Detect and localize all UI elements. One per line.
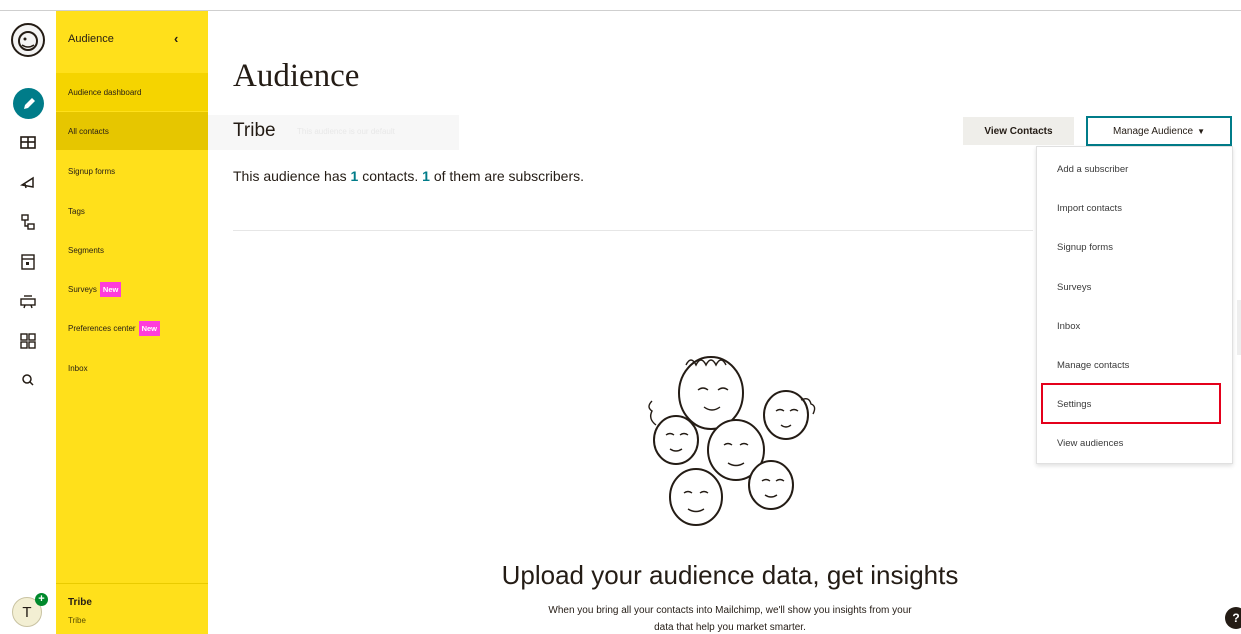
website-icon[interactable]	[18, 252, 38, 272]
help-label: ?	[1232, 611, 1240, 625]
sidebar-item-all-contacts[interactable]: All contacts	[56, 112, 208, 150]
sidebar-item-surveys[interactable]: Surveys New	[56, 270, 208, 308]
audience-sidebar: Audience ‹ Audience dashboard All contac…	[56, 11, 208, 634]
audience-default-note: This audience is our default	[297, 127, 395, 136]
page-title: Audience	[233, 58, 360, 94]
summary-mid: contacts.	[358, 168, 423, 184]
sidebar-item-label: Tags	[68, 206, 85, 216]
search-icon[interactable]	[18, 370, 38, 390]
summary-prefix: This audience has	[233, 168, 351, 184]
sidebar-item-label: Signup forms	[68, 166, 116, 176]
manage-audience-button[interactable]: Manage Audience ▼	[1086, 116, 1232, 146]
sidebar-item-preferences-center[interactable]: Preferences center New	[56, 309, 208, 347]
new-badge: New	[138, 320, 161, 336]
view-contacts-button[interactable]: View Contacts	[963, 117, 1074, 145]
chevron-left-icon[interactable]: ‹	[174, 31, 178, 46]
divider	[233, 230, 1033, 231]
audience-faces-illustration	[648, 356, 816, 526]
side-panel-edge	[1237, 300, 1241, 355]
sidebar-item-label: All contacts	[68, 126, 109, 136]
empty-state-line-1: When you bring all your contacts into Ma…	[548, 605, 912, 616]
content-grid-icon[interactable]	[18, 331, 38, 351]
help-icon[interactable]: ?	[1225, 607, 1241, 629]
menu-item-inbox[interactable]: Inbox	[1037, 306, 1232, 346]
menu-item-signup-forms[interactable]: Signup forms	[1037, 227, 1232, 267]
avatar-letter: T	[22, 603, 32, 621]
automations-icon[interactable]	[18, 212, 38, 232]
menu-item-label: View audiences	[1057, 437, 1124, 449]
summary-suffix: of them are subscribers.	[429, 168, 584, 184]
sidebar-item-tags[interactable]: Tags	[56, 192, 208, 230]
menu-item-label: Import contacts	[1057, 202, 1122, 214]
menu-item-view-audiences[interactable]: View audiences	[1037, 423, 1232, 463]
menu-item-import-contacts[interactable]: Import contacts	[1037, 188, 1232, 228]
sidebar-header: Audience	[68, 33, 114, 45]
sidebar-item-label: Inbox	[68, 363, 88, 373]
menu-item-label: Manage contacts	[1057, 359, 1130, 371]
settings-highlight-box	[1041, 383, 1221, 424]
menu-item-label: Inbox	[1057, 320, 1081, 332]
sidebar-item-label: Surveys	[68, 284, 97, 294]
view-contacts-label: View Contacts	[984, 125, 1053, 137]
empty-state-headline: Upload your audience data, get insights	[501, 560, 959, 590]
mailchimp-logo-icon[interactable]	[11, 23, 45, 57]
integrations-icon[interactable]	[18, 291, 38, 311]
campaigns-icon[interactable]	[18, 172, 38, 192]
sidebar-item-label: Segments	[68, 245, 105, 255]
icon-rail: T +	[0, 11, 56, 634]
audience-icon[interactable]	[18, 132, 38, 152]
menu-item-label: Add a subscriber	[1057, 163, 1129, 175]
caret-down-icon: ▼	[1197, 126, 1205, 136]
empty-state-body: When you bring all your contacts into Ma…	[430, 602, 1030, 634]
create-pencil-icon[interactable]	[13, 88, 44, 119]
menu-item-surveys[interactable]: Surveys	[1037, 267, 1232, 307]
account-name: Tribe	[68, 597, 92, 608]
menu-item-manage-contacts[interactable]: Manage contacts	[1037, 345, 1232, 385]
audience-name: Tribe	[233, 120, 276, 141]
sidebar-item-segments[interactable]: Segments	[56, 231, 208, 269]
subscribers-count[interactable]: 1	[422, 168, 430, 184]
plus-icon: +	[35, 593, 48, 606]
empty-state-line-2: data that help you market smarter.	[654, 622, 806, 633]
menu-item-label: Signup forms	[1057, 241, 1113, 253]
new-badge: New	[99, 281, 122, 297]
sidebar-item-inbox[interactable]: Inbox	[56, 349, 208, 387]
audience-summary: This audience has 1 contacts. 1 of them …	[233, 168, 584, 184]
manage-audience-label: Manage Audience	[1113, 125, 1194, 137]
account-subtitle: Tribe	[68, 616, 86, 625]
sidebar-item-label: Preferences center	[68, 323, 136, 333]
sidebar-item-label: Audience dashboard	[68, 87, 142, 97]
account-switcher[interactable]: Tribe Tribe	[56, 583, 208, 634]
menu-item-label: Surveys	[1057, 281, 1092, 293]
sidebar-item-signup-forms[interactable]: Signup forms	[56, 152, 208, 190]
sidebar-item-audience-dashboard[interactable]: Audience dashboard	[56, 73, 208, 111]
menu-item-add-subscriber[interactable]: Add a subscriber	[1037, 149, 1232, 189]
